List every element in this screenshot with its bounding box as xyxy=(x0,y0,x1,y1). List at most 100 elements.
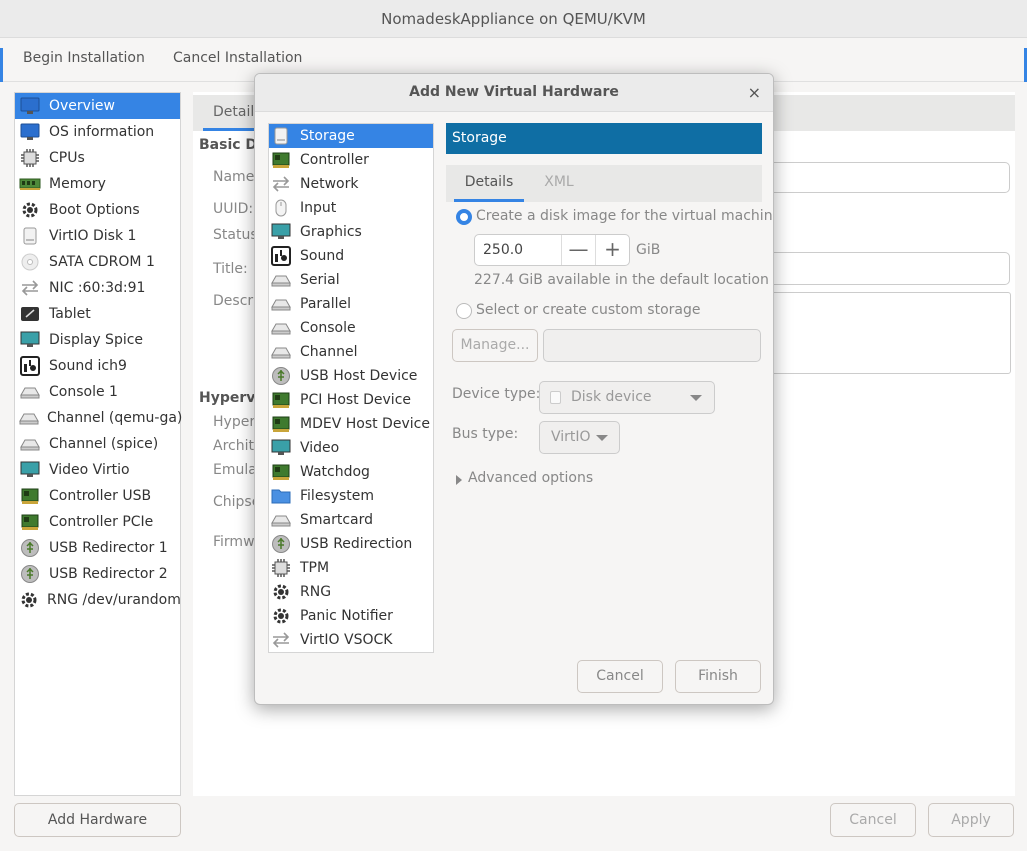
disk-size-value[interactable]: 250.0 xyxy=(483,242,523,258)
hw-item-label: Memory xyxy=(49,176,106,192)
serial-icon xyxy=(19,434,41,454)
hw-item-label: CPUs xyxy=(49,150,85,166)
title-label: Title: xyxy=(213,261,248,277)
type-item-parallel[interactable]: Parallel xyxy=(269,292,433,316)
storage-path-field[interactable] xyxy=(543,329,761,362)
type-item-rng[interactable]: RNG xyxy=(269,580,433,604)
pci-card-icon xyxy=(271,391,291,409)
hw-item-boot-options[interactable]: Boot Options xyxy=(15,197,180,223)
custom-storage-radio[interactable] xyxy=(456,303,472,319)
type-item-label: PCI Host Device xyxy=(300,392,411,408)
cancel-button[interactable]: Cancel xyxy=(830,803,916,837)
cancel-installation-button[interactable]: Cancel Installation xyxy=(173,50,302,66)
title-field[interactable] xyxy=(768,252,1010,285)
disk-size-spinner[interactable]: 250.0 — + xyxy=(474,234,630,266)
bus-type-dropdown[interactable]: VirtIO xyxy=(539,421,620,454)
firmware-label: Firmw xyxy=(213,534,255,550)
hw-item-controller-pcie[interactable]: Controller PCIe xyxy=(15,509,180,535)
hw-item-controller-usb[interactable]: Controller USB xyxy=(15,483,180,509)
create-disk-radio[interactable] xyxy=(456,209,472,225)
hw-item-sata-cdrom-1[interactable]: SATA CDROM 1 xyxy=(15,249,180,275)
dialog-title: Add New Virtual Hardware xyxy=(255,74,773,112)
chevron-right-icon[interactable] xyxy=(456,475,462,485)
type-item-channel[interactable]: Channel xyxy=(269,340,433,364)
increment-button[interactable]: + xyxy=(595,235,629,265)
hw-item-rng-dev-urandom[interactable]: RNG /dev/urandom xyxy=(15,587,180,613)
hw-item-tablet[interactable]: Tablet xyxy=(15,301,180,327)
type-item-console[interactable]: Console xyxy=(269,316,433,340)
hw-item-overview[interactable]: Overview xyxy=(15,93,180,119)
type-item-label: Panic Notifier xyxy=(300,608,393,624)
type-item-controller[interactable]: Controller xyxy=(269,148,433,172)
type-item-label: Input xyxy=(300,200,336,216)
type-item-network[interactable]: Network xyxy=(269,172,433,196)
cdrom-icon xyxy=(19,252,41,272)
hw-item-channel-qemu-ga[interactable]: Channel (qemu-ga) xyxy=(15,405,180,431)
disk-icon xyxy=(271,127,291,145)
type-item-filesystem[interactable]: Filesystem xyxy=(269,484,433,508)
hw-item-label: Controller USB xyxy=(49,488,151,504)
type-item-mdev-host-device[interactable]: MDEV Host Device xyxy=(269,412,433,436)
hw-item-console-1[interactable]: Console 1 xyxy=(15,379,180,405)
hw-item-label: Controller PCIe xyxy=(49,514,153,530)
type-item-graphics[interactable]: Graphics xyxy=(269,220,433,244)
type-item-panic-notifier[interactable]: Panic Notifier xyxy=(269,604,433,628)
description-field[interactable] xyxy=(768,292,1011,374)
type-item-input[interactable]: Input xyxy=(269,196,433,220)
storage-header: Storage xyxy=(446,123,762,154)
type-item-label: Graphics xyxy=(300,224,362,240)
type-item-usb-host-device[interactable]: USB Host Device xyxy=(269,364,433,388)
type-item-serial[interactable]: Serial xyxy=(269,268,433,292)
type-item-label: MDEV Host Device xyxy=(300,416,430,432)
finish-button[interactable]: Finish xyxy=(675,660,761,693)
decrement-button[interactable]: — xyxy=(561,235,595,265)
network-icon xyxy=(19,278,41,298)
type-item-label: Channel xyxy=(300,344,357,360)
type-item-sound[interactable]: Sound xyxy=(269,244,433,268)
hw-item-video-virtio[interactable]: Video Virtio xyxy=(15,457,180,483)
gear-icon xyxy=(19,590,39,610)
gear-icon xyxy=(271,607,291,625)
device-type-label: Device type: xyxy=(452,386,540,402)
type-item-label: Filesystem xyxy=(300,488,374,504)
type-item-virtio-vsock[interactable]: VirtIO VSOCK xyxy=(269,628,433,652)
type-item-usb-redirection[interactable]: USB Redirection xyxy=(269,532,433,556)
apply-button[interactable]: Apply xyxy=(928,803,1014,837)
advanced-options-expander[interactable]: Advanced options xyxy=(468,470,593,486)
close-icon[interactable]: × xyxy=(748,83,761,102)
tab-xml[interactable]: XML xyxy=(534,165,584,202)
hw-item-nic-60-3d-91[interactable]: NIC :60:3d:91 xyxy=(15,275,180,301)
dialog-cancel-button[interactable]: Cancel xyxy=(577,660,663,693)
emulator-label: Emula xyxy=(213,462,257,478)
add-hardware-button[interactable]: Add Hardware xyxy=(14,803,181,837)
hw-item-memory[interactable]: Memory xyxy=(15,171,180,197)
serial-icon xyxy=(19,408,39,428)
hw-item-os-information[interactable]: OS information xyxy=(15,119,180,145)
device-type-dropdown[interactable]: Disk device xyxy=(539,381,715,414)
type-item-smartcard[interactable]: Smartcard xyxy=(269,508,433,532)
type-item-storage[interactable]: Storage xyxy=(269,124,433,148)
hw-item-usb-redirector-2[interactable]: USB Redirector 2 xyxy=(15,561,180,587)
type-item-video[interactable]: Video xyxy=(269,436,433,460)
hw-item-sound-ich9[interactable]: Sound ich9 xyxy=(15,353,180,379)
storage-panel: Details XML Create a disk image for the … xyxy=(446,165,762,653)
begin-installation-button[interactable]: Begin Installation xyxy=(23,50,145,66)
tab-details[interactable]: Details xyxy=(454,165,524,202)
type-item-watchdog[interactable]: Watchdog xyxy=(269,460,433,484)
type-item-tpm[interactable]: TPM xyxy=(269,556,433,580)
name-field[interactable] xyxy=(768,162,1010,193)
hw-item-usb-redirector-1[interactable]: USB Redirector 1 xyxy=(15,535,180,561)
hw-item-channel-spice[interactable]: Channel (spice) xyxy=(15,431,180,457)
hw-item-display-spice[interactable]: Display Spice xyxy=(15,327,180,353)
hw-item-virtio-disk-1[interactable]: VirtIO Disk 1 xyxy=(15,223,180,249)
type-item-pci-host-device[interactable]: PCI Host Device xyxy=(269,388,433,412)
display-icon xyxy=(19,460,41,480)
hw-item-label: Sound ich9 xyxy=(49,358,127,374)
hw-item-label: USB Redirector 2 xyxy=(49,566,168,582)
pci-card-icon xyxy=(271,151,291,169)
network-icon xyxy=(271,175,291,193)
manage-button[interactable]: Manage... xyxy=(452,329,538,362)
hw-item-cpus[interactable]: CPUs xyxy=(15,145,180,171)
hypervisor-label: Hyper xyxy=(213,414,255,430)
hardware-type-list: StorageControllerNetwork Input Graphics Sou… xyxy=(268,123,434,653)
